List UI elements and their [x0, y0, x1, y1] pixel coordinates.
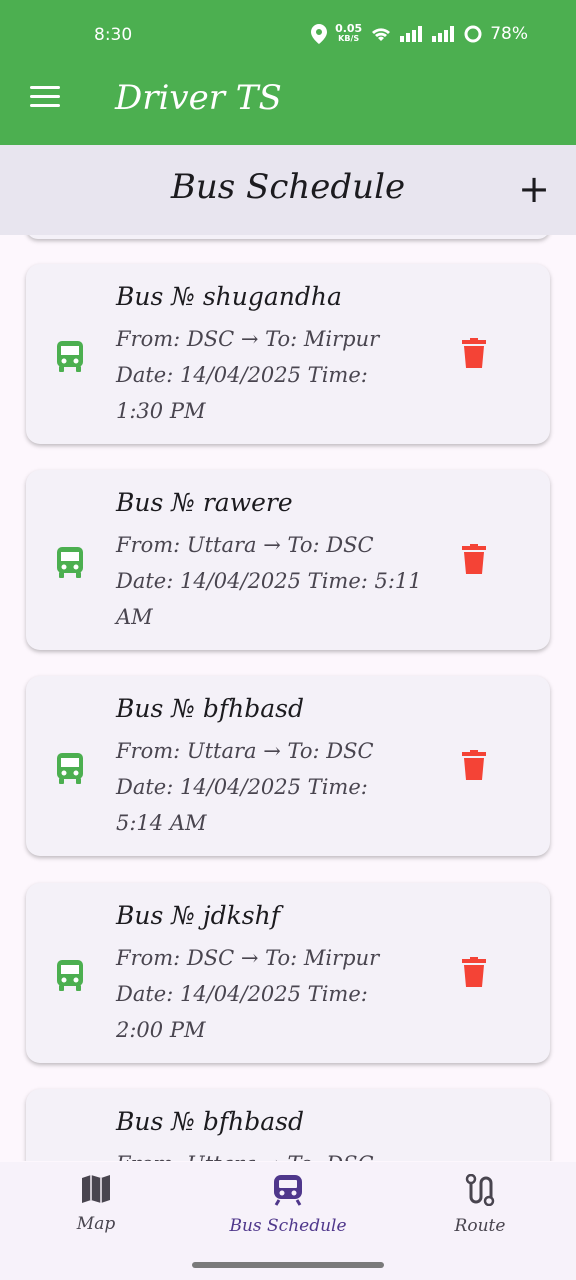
schedule-details: Bus № bfhbasd From: Uttara → To: DSC: [116, 1107, 426, 1161]
nav-label-bus-schedule: Bus Schedule: [229, 1216, 347, 1236]
delete-icon[interactable]: [462, 750, 486, 780]
schedule-card[interactable]: Bus № bfhbasd From: Uttara → To: DSC: [26, 1089, 550, 1161]
bus-icon: [57, 547, 83, 578]
location-icon: [311, 24, 328, 44]
nav-item-bus-schedule[interactable]: Bus Schedule: [228, 1174, 348, 1236]
bus-number: Bus № shugandha: [116, 282, 342, 311]
network-speed: 0.05 KB/S: [335, 22, 363, 43]
battery-icon: [464, 25, 482, 43]
menu-button[interactable]: [30, 86, 60, 110]
page-header: Bus Schedule +: [0, 145, 576, 235]
app-bar: 8:30 0.05 KB/S 78% Driver TS: [0, 0, 576, 145]
datetime-text: Date: 14/04/2025 Time:: [116, 775, 368, 799]
schedule-details: Bus № shugandha From: DSC → To: Mirpur D…: [116, 282, 426, 429]
schedule-card[interactable]: Bus № jdkshf From: DSC → To: Mirpur Date…: [26, 883, 550, 1063]
bus-icon: [57, 753, 83, 784]
delete-icon[interactable]: [462, 544, 486, 574]
page-title: Bus Schedule: [170, 167, 406, 207]
bus-number: Bus № bfhbasd: [116, 694, 304, 723]
schedule-card-partial: [26, 235, 550, 239]
train-icon: [274, 1175, 302, 1206]
status-icons: 0.05 KB/S 78%: [311, 22, 528, 44]
delete-icon[interactable]: [462, 338, 486, 368]
route-icon: [465, 1173, 495, 1207]
add-schedule-button[interactable]: +: [518, 170, 550, 208]
route-text: From: Uttara → To: DSC: [116, 739, 374, 763]
bus-number: Bus № rawere: [116, 488, 293, 517]
nav-item-route[interactable]: Route: [420, 1173, 540, 1236]
bus-number: Bus № bfhbasd: [116, 1107, 304, 1136]
datetime-text-2: 1:30 PM: [116, 399, 206, 423]
signal-icon-2: [432, 26, 455, 42]
bus-icon: [57, 341, 83, 372]
schedule-details: Bus № jdkshf From: DSC → To: Mirpur Date…: [116, 901, 426, 1048]
route-text: From: Uttara → To: DSC: [116, 1146, 426, 1161]
status-bar: 8:30 0.05 KB/S 78%: [0, 22, 576, 50]
app-title: Driver TS: [115, 78, 282, 118]
battery-level: 78%: [490, 24, 528, 44]
route-text: From: DSC → To: Mirpur: [116, 946, 380, 970]
schedule-card[interactable]: Bus № bfhbasd From: Uttara → To: DSC Dat…: [26, 676, 550, 856]
datetime-text: Date: 14/04/2025 Time: 5:11: [116, 569, 422, 593]
bus-icon: [57, 960, 83, 991]
nav-label-map: Map: [76, 1214, 116, 1234]
route-text: From: Uttara → To: DSC: [116, 533, 374, 557]
schedule-card[interactable]: Bus № shugandha From: DSC → To: Mirpur D…: [26, 264, 550, 444]
nav-label-route: Route: [454, 1216, 506, 1236]
gesture-handle: [192, 1262, 384, 1268]
wifi-icon: [372, 28, 391, 41]
delete-icon[interactable]: [462, 957, 486, 987]
datetime-text-2: 2:00 PM: [116, 1018, 206, 1042]
signal-icon: [400, 26, 423, 42]
route-text: From: DSC → To: Mirpur: [116, 327, 380, 351]
nav-item-map[interactable]: Map: [36, 1174, 156, 1234]
schedule-details: Bus № bfhbasd From: Uttara → To: DSC Dat…: [116, 694, 426, 841]
datetime-text: Date: 14/04/2025 Time:: [116, 982, 368, 1006]
bus-number: Bus № jdkshf: [116, 901, 280, 930]
menu-icon: [30, 86, 60, 89]
datetime-text: Date: 14/04/2025 Time:: [116, 363, 368, 387]
schedule-details: Bus № rawere From: Uttara → To: DSC Date…: [116, 488, 436, 635]
datetime-text-2: AM: [116, 605, 153, 629]
status-time: 8:30: [94, 25, 133, 45]
map-icon: [82, 1175, 110, 1203]
schedule-card[interactable]: Bus № rawere From: Uttara → To: DSC Date…: [26, 470, 550, 650]
datetime-text-2: 5:14 AM: [116, 811, 207, 835]
schedule-list[interactable]: Bus № shugandha From: DSC → To: Mirpur D…: [0, 235, 576, 1161]
